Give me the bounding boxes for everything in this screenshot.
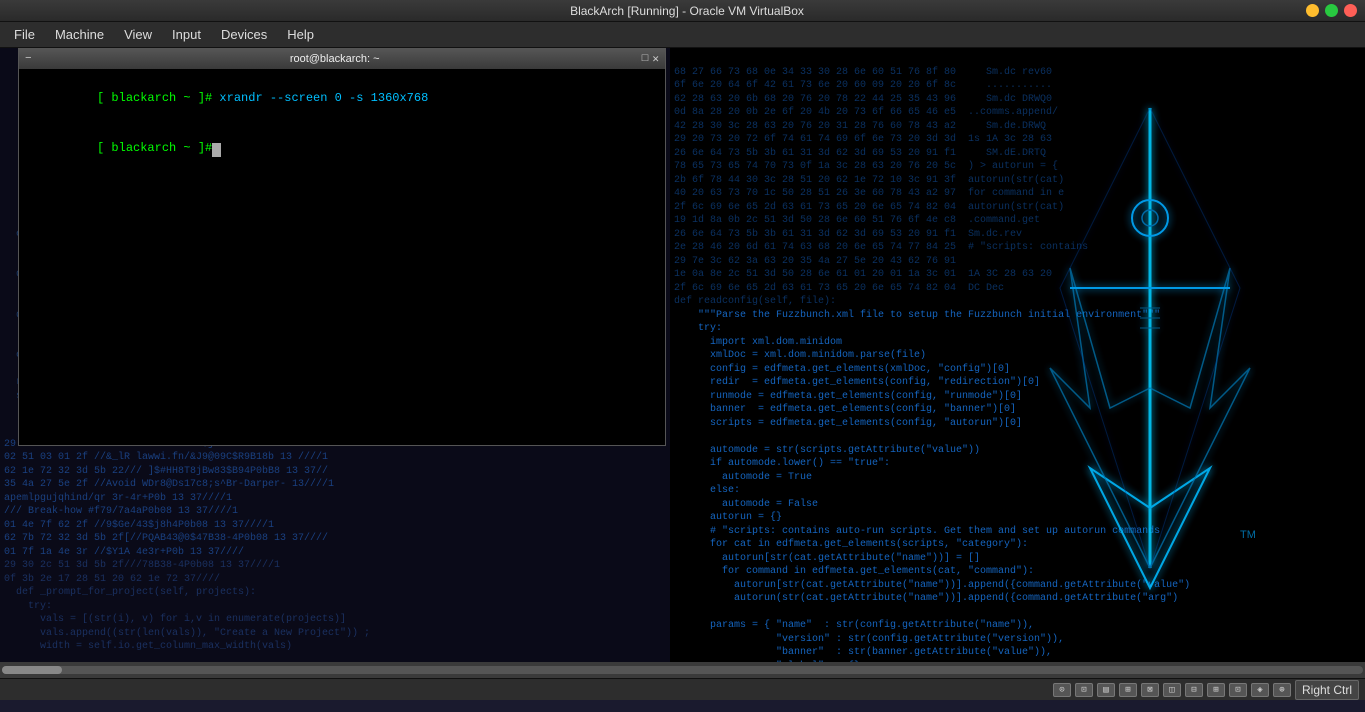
menubar: File Machine View Input Devices Help [0, 22, 1365, 48]
menu-input[interactable]: Input [162, 24, 211, 45]
status-icon-6: ◫ [1163, 683, 1181, 697]
status-icon-2: ⊡ [1075, 683, 1093, 697]
left-panel: type(tpye): if type.member().virtualName… [0, 48, 670, 700]
term-close[interactable]: □ [640, 53, 651, 65]
term-minimize[interactable]: − [23, 53, 34, 65]
titlebar-title: BlackArch [Running] - Oracle VM VirtualB… [68, 4, 1306, 18]
right-panel: 68 27 66 73 68 0e 34 33 30 28 6e 60 51 7… [670, 48, 1365, 700]
terminal-content[interactable]: [ blackarch ~ ]# xrandr --screen 0 -s 13… [19, 69, 665, 445]
main-content: type(tpye): if type.member().virtualName… [0, 48, 1365, 700]
terminal-window[interactable]: − root@blackarch: ~ □ ✕ [ blackarch ~ ]#… [18, 48, 666, 446]
status-icon-10: ◈ [1251, 683, 1269, 697]
status-icon-5: ⊠ [1141, 683, 1159, 697]
menu-file[interactable]: File [4, 24, 45, 45]
bg-code-lower: 29 30 2c 51 3d 5b 2f// 28X8H49G&3$j8h4P0… [0, 420, 670, 700]
menu-view[interactable]: View [114, 24, 162, 45]
status-icon-8: ⊞ [1207, 683, 1225, 697]
status-icon-3: ▤ [1097, 683, 1115, 697]
terminal-titlebar: − root@blackarch: ~ □ ✕ [19, 49, 665, 69]
status-icon-9: ⊡ [1229, 683, 1247, 697]
prompt-1: [ blackarch ~ ]# [97, 91, 212, 105]
prompt-2: [ blackarch ~ ]# [97, 141, 212, 155]
menu-devices[interactable]: Devices [211, 24, 277, 45]
terminal-title: root@blackarch: ~ [34, 53, 636, 65]
status-icon-11: ⊕ [1273, 683, 1291, 697]
minimize-button[interactable] [1306, 4, 1319, 17]
menu-help[interactable]: Help [277, 24, 324, 45]
titlebar-controls [1306, 4, 1357, 17]
cursor [212, 143, 221, 157]
status-icon-4: ⊞ [1119, 683, 1137, 697]
term-x[interactable]: ✕ [650, 52, 661, 66]
status-icon-7: ⊟ [1185, 683, 1203, 697]
hex-dump: 68 27 66 73 68 0e 34 33 30 28 6e 60 51 7… [670, 48, 1365, 700]
term-line-2: [ blackarch ~ ]# [25, 123, 659, 173]
cmd-1: xrandr --screen 0 -s 1360x768 [212, 91, 428, 105]
status-icon-1: ⊙ [1053, 683, 1071, 697]
right-ctrl-button[interactable]: Right Ctrl [1295, 680, 1359, 700]
maximize-button[interactable] [1325, 4, 1338, 17]
term-line-1: [ blackarch ~ ]# xrandr --screen 0 -s 13… [25, 73, 659, 123]
menu-machine[interactable]: Machine [45, 24, 114, 45]
close-button[interactable] [1344, 4, 1357, 17]
titlebar: BlackArch [Running] - Oracle VM VirtualB… [0, 0, 1365, 22]
